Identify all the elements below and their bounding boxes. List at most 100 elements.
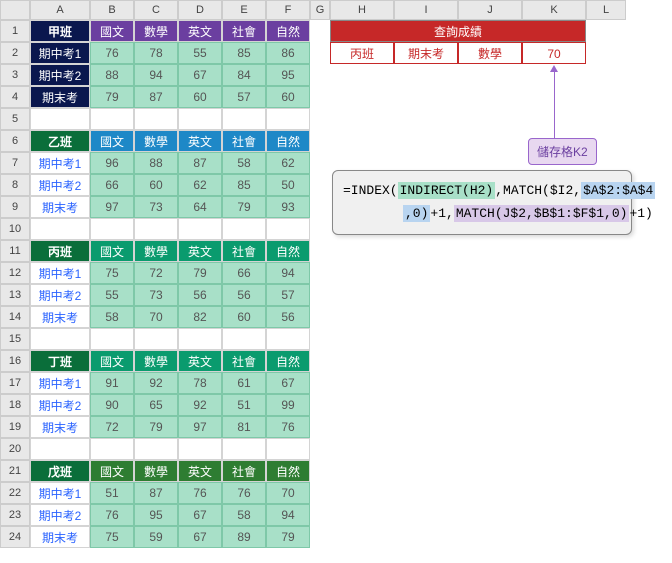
subject-header[interactable]: 英文 [178, 20, 222, 42]
data-cell[interactable]: 89 [222, 526, 266, 548]
data-cell[interactable]: 97 [90, 196, 134, 218]
blank[interactable] [134, 218, 178, 240]
data-cell[interactable]: 73 [134, 196, 178, 218]
data-cell[interactable]: 94 [266, 504, 310, 526]
data-cell[interactable]: 51 [222, 394, 266, 416]
row-header[interactable]: 8 [0, 174, 30, 196]
row-header[interactable]: 24 [0, 526, 30, 548]
blank[interactable] [178, 328, 222, 350]
query-exam[interactable]: 期末考 [394, 42, 458, 64]
col-header-k[interactable]: K [522, 0, 586, 20]
subject-header[interactable]: 英文 [178, 460, 222, 482]
row-header[interactable]: 22 [0, 482, 30, 504]
row-header[interactable]: 12 [0, 262, 30, 284]
col-header-e[interactable]: E [222, 0, 266, 20]
col-header-l[interactable]: L [586, 0, 626, 20]
col-header-c[interactable]: C [134, 0, 178, 20]
data-cell[interactable]: 60 [134, 174, 178, 196]
subject-header[interactable]: 英文 [178, 350, 222, 372]
data-cell[interactable]: 87 [178, 152, 222, 174]
subject-header[interactable]: 國文 [90, 130, 134, 152]
data-cell[interactable]: 79 [222, 196, 266, 218]
row-header[interactable]: 3 [0, 64, 30, 86]
class-name[interactable]: 乙班 [30, 130, 90, 152]
row-header[interactable]: 2 [0, 42, 30, 64]
data-cell[interactable]: 81 [222, 416, 266, 438]
subject-header[interactable]: 社會 [222, 350, 266, 372]
exam-label[interactable]: 期中考2 [30, 284, 90, 306]
data-cell[interactable]: 85 [222, 174, 266, 196]
exam-label[interactable]: 期中考1 [30, 372, 90, 394]
data-cell[interactable]: 96 [90, 152, 134, 174]
blank[interactable] [90, 108, 134, 130]
data-cell[interactable]: 60 [222, 306, 266, 328]
data-cell[interactable]: 57 [222, 86, 266, 108]
data-cell[interactable]: 86 [266, 42, 310, 64]
exam-label[interactable]: 期末考 [30, 416, 90, 438]
subject-header[interactable]: 數學 [134, 240, 178, 262]
subject-header[interactable]: 國文 [90, 460, 134, 482]
data-cell[interactable]: 56 [178, 284, 222, 306]
data-cell[interactable]: 82 [178, 306, 222, 328]
col-header-a[interactable]: A [30, 0, 90, 20]
data-cell[interactable]: 79 [134, 416, 178, 438]
exam-label[interactable]: 期中考2 [30, 394, 90, 416]
row-header[interactable]: 6 [0, 130, 30, 152]
data-cell[interactable]: 56 [222, 284, 266, 306]
spreadsheet[interactable]: A B C D E F G H I J K L 1甲班國文數學英文社會自然2期中… [0, 0, 626, 548]
blank[interactable] [30, 328, 90, 350]
blank[interactable] [266, 108, 310, 130]
subject-header[interactable]: 社會 [222, 460, 266, 482]
data-cell[interactable]: 58 [90, 306, 134, 328]
subject-header[interactable]: 數學 [134, 350, 178, 372]
data-cell[interactable]: 72 [90, 416, 134, 438]
blank[interactable] [30, 218, 90, 240]
blank[interactable] [90, 328, 134, 350]
exam-label[interactable]: 期中考2 [30, 174, 90, 196]
data-cell[interactable]: 65 [134, 394, 178, 416]
blank[interactable] [222, 438, 266, 460]
data-cell[interactable]: 78 [134, 42, 178, 64]
data-cell[interactable]: 87 [134, 482, 178, 504]
blank[interactable] [134, 328, 178, 350]
data-cell[interactable]: 72 [134, 262, 178, 284]
data-cell[interactable]: 90 [90, 394, 134, 416]
subject-header[interactable]: 國文 [90, 20, 134, 42]
blank[interactable] [178, 218, 222, 240]
data-cell[interactable]: 57 [266, 284, 310, 306]
class-name[interactable]: 丙班 [30, 240, 90, 262]
data-cell[interactable]: 88 [90, 64, 134, 86]
exam-label[interactable]: 期中考1 [30, 262, 90, 284]
blank[interactable] [30, 438, 90, 460]
data-cell[interactable]: 66 [222, 262, 266, 284]
class-name[interactable]: 甲班 [30, 20, 90, 42]
subject-header[interactable]: 社會 [222, 130, 266, 152]
data-cell[interactable]: 94 [266, 262, 310, 284]
data-cell[interactable]: 88 [134, 152, 178, 174]
data-cell[interactable]: 75 [90, 526, 134, 548]
data-cell[interactable]: 85 [222, 42, 266, 64]
subject-header[interactable]: 數學 [134, 460, 178, 482]
exam-label[interactable]: 期中考1 [30, 42, 90, 64]
subject-header[interactable]: 國文 [90, 350, 134, 372]
blank[interactable] [222, 218, 266, 240]
data-cell[interactable]: 59 [134, 526, 178, 548]
subject-header[interactable]: 自然 [266, 240, 310, 262]
data-cell[interactable]: 76 [90, 42, 134, 64]
blank[interactable] [222, 328, 266, 350]
data-cell[interactable]: 55 [178, 42, 222, 64]
row-header[interactable]: 9 [0, 196, 30, 218]
data-cell[interactable]: 67 [178, 526, 222, 548]
blank[interactable] [222, 108, 266, 130]
data-cell[interactable]: 95 [134, 504, 178, 526]
subject-header[interactable]: 英文 [178, 240, 222, 262]
data-cell[interactable]: 78 [178, 372, 222, 394]
data-cell[interactable]: 61 [222, 372, 266, 394]
data-cell[interactable]: 60 [178, 86, 222, 108]
row-header[interactable]: 7 [0, 152, 30, 174]
blank[interactable] [178, 438, 222, 460]
data-cell[interactable]: 76 [90, 504, 134, 526]
query-class[interactable]: 丙班 [330, 42, 394, 64]
row-header[interactable]: 4 [0, 86, 30, 108]
subject-header[interactable]: 英文 [178, 130, 222, 152]
